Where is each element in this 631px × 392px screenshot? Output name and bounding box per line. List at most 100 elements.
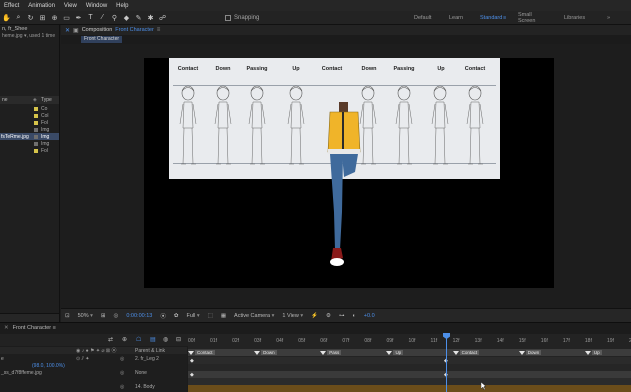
view-layout-dropdown[interactable]: 1 View: [282, 313, 303, 319]
lock-icon[interactable]: ▣: [73, 27, 79, 34]
clone-stamp-icon[interactable]: ⚲: [110, 13, 119, 23]
layer-track[interactable]: [188, 371, 631, 378]
region-icon[interactable]: ⬚: [208, 313, 213, 319]
type-icon[interactable]: T: [86, 13, 95, 23]
magnification-dropdown[interactable]: 50%: [78, 313, 93, 319]
project-header-name[interactable]: ne: [2, 97, 8, 103]
table-row[interactable]: [0, 376, 187, 383]
close-icon[interactable]: ✕: [65, 27, 70, 34]
switches-icons[interactable]: ◉ ♪ ● ⚑ ✦ ⌀ ⊠ ⦿: [76, 347, 116, 354]
resolution-dropdown[interactable]: Full: [186, 313, 199, 319]
table-row[interactable]: _ss_d7f8ffeme.jpg ◎ None: [0, 369, 187, 376]
table-row[interactable]: ◎ 14. Body: [0, 383, 187, 390]
playhead-line[interactable]: [446, 336, 447, 392]
puppet-pin-icon[interactable]: ✱: [146, 13, 155, 23]
table-row[interactable]: e ⊙ ⫽ ✦ ◎ 2. fr_Leg 2: [0, 355, 187, 362]
draft-3d-icon[interactable]: ⊕: [122, 336, 127, 343]
list-item[interactable]: Fol: [0, 119, 59, 126]
puppet-starch-icon[interactable]: ☍: [158, 13, 167, 23]
rotate-icon[interactable]: ↻: [26, 13, 35, 23]
menu-animation[interactable]: Animation: [28, 3, 55, 9]
comp-mini-flowchart-icon[interactable]: ⇄: [108, 336, 113, 343]
label-icon[interactable]: ◈: [33, 97, 37, 103]
fast-preview-icon[interactable]: ⚡: [311, 313, 318, 319]
timeline-marker[interactable]: Up: [584, 349, 602, 356]
layer-track[interactable]: [188, 357, 631, 364]
layer-bar[interactable]: [188, 385, 631, 392]
timeline-marker[interactable]: Contact: [188, 349, 215, 356]
frame-blending-icon[interactable]: ▤: [150, 336, 156, 343]
pickwhip-icon[interactable]: ◎: [120, 384, 124, 390]
table-row[interactable]: (98.0, 100.0%): [0, 362, 187, 369]
layer-track[interactable]: [188, 378, 631, 385]
composition-name-tab[interactable]: Front Character: [115, 27, 154, 33]
snapshot-icon[interactable]: ⦿: [160, 312, 166, 320]
3d-renderer-icon[interactable]: ⚙: [326, 313, 331, 319]
workspace-small-screen[interactable]: Small Screen: [518, 12, 535, 24]
camera-icon[interactable]: ⊞: [38, 13, 47, 23]
eraser-icon[interactable]: ◆: [122, 13, 131, 23]
timeline-marker[interactable]: Up: [386, 349, 404, 356]
list-item[interactable]: Fol: [0, 147, 59, 154]
workspace-standard[interactable]: Standard: [480, 15, 502, 21]
exposure-value[interactable]: +0.0: [364, 313, 375, 319]
parent-dropdown[interactable]: None: [135, 370, 147, 376]
pan-behind-icon[interactable]: ⊕: [50, 13, 59, 23]
list-item-selected[interactable]: fsTeRme.jpg Img: [0, 133, 59, 140]
rectangle-icon[interactable]: ▭: [62, 13, 71, 23]
channel-icon[interactable]: ✿: [174, 313, 179, 319]
property-value[interactable]: (98.0, 100.0%): [32, 363, 65, 369]
puppet-character[interactable]: [327, 102, 361, 267]
layer-switch-icons[interactable]: ⊙ ⫽ ✦: [76, 356, 89, 362]
menu-effect[interactable]: Effect: [4, 3, 19, 9]
list-item[interactable]: Co: [0, 105, 59, 112]
close-icon[interactable]: ✕: [4, 325, 9, 331]
list-item[interactable]: Img: [0, 140, 59, 147]
grid-icon[interactable]: ⊞: [101, 313, 106, 319]
list-item[interactable]: Col: [0, 112, 59, 119]
time-ruler[interactable]: 00f 01f 02f 03f 04f 05f 06f 07f 08f 09f 10f 11f 12f 1…: [188, 338, 631, 348]
list-item[interactable]: Img: [0, 126, 59, 133]
magnification-icon[interactable]: ⊡: [65, 313, 70, 319]
project-header-type[interactable]: Type: [41, 97, 52, 103]
parent-dropdown[interactable]: 2. fr_Leg 2: [135, 356, 159, 362]
timeline-tracks[interactable]: 00f 01f 02f 03f 04f 05f 06f 07f 08f 09f 10f 11f 12f 1…: [188, 334, 631, 392]
workspace-default[interactable]: Default: [414, 15, 431, 21]
exposure-icon[interactable]: ◐: [352, 313, 355, 319]
timeline-marker[interactable]: Contact: [452, 349, 480, 356]
hand-icon[interactable]: ✋: [2, 13, 11, 23]
timeline-tab[interactable]: ✕ Front Character ≡: [4, 324, 56, 332]
keyframe-icon[interactable]: ◆: [190, 358, 194, 364]
flowchart-icon[interactable]: ⊶: [339, 313, 345, 319]
camera-dropdown[interactable]: Active Camera: [234, 313, 274, 319]
composition-canvas[interactable]: Contact Down Passing Up Contact Down Pas…: [144, 58, 554, 288]
menu-view[interactable]: View: [64, 3, 77, 9]
hide-shy-icon[interactable]: ☖: [136, 336, 141, 343]
snapping-toggle[interactable]: Snapping: [225, 14, 259, 21]
timeline-marker[interactable]: Down: [518, 349, 542, 356]
layer-track[interactable]: [188, 364, 631, 371]
mask-icon[interactable]: ◎: [114, 313, 119, 319]
motion-blur-icon[interactable]: ◍: [163, 336, 168, 343]
zoom-icon[interactable]: ⌕: [14, 13, 23, 23]
roto-brush-icon[interactable]: ✎: [134, 13, 143, 23]
menu-window[interactable]: Window: [86, 3, 107, 9]
snapping-checkbox[interactable]: [225, 14, 231, 21]
panel-menu-icon[interactable]: ≡: [157, 27, 161, 33]
pickwhip-icon[interactable]: ◎: [120, 370, 124, 376]
workspace-learn[interactable]: Learn: [449, 15, 463, 21]
timecode[interactable]: 0:00:00:13: [126, 313, 152, 319]
pen-icon[interactable]: ✒: [74, 13, 83, 23]
workspace-libraries[interactable]: Libraries: [564, 15, 585, 21]
timeline-marker[interactable]: Pass: [320, 349, 342, 356]
timeline-marker[interactable]: Down: [254, 349, 277, 356]
parent-dropdown[interactable]: 14. Body: [135, 384, 155, 390]
keyframe-icon[interactable]: ◆: [190, 372, 194, 378]
overflow-icon[interactable]: »: [607, 15, 610, 21]
workspace-menu-icon[interactable]: ≡: [503, 15, 506, 21]
pickwhip-icon[interactable]: ◎: [120, 356, 124, 362]
graph-editor-icon[interactable]: ⊟: [176, 336, 181, 343]
breadcrumb-item[interactable]: Front Character: [81, 36, 123, 43]
transparency-grid-icon[interactable]: ▦: [221, 313, 226, 319]
brush-icon[interactable]: ⁄: [98, 13, 107, 23]
